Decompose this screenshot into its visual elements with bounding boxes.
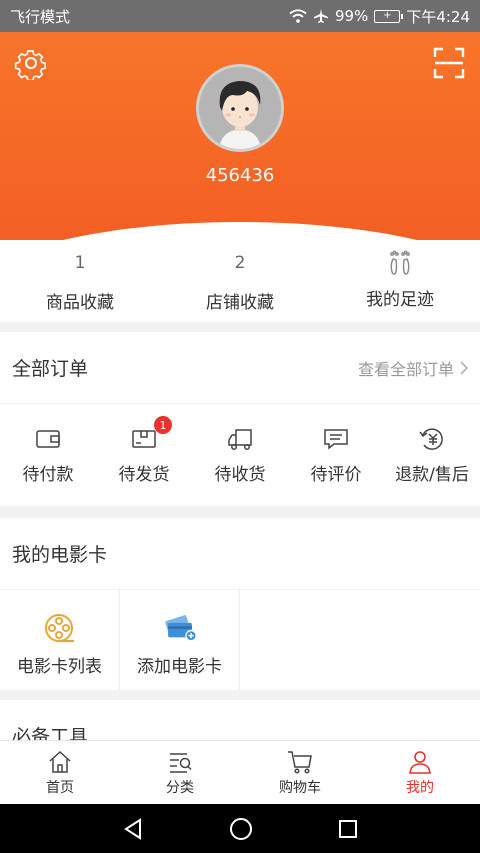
tab-category[interactable]: 分类 <box>120 741 240 804</box>
store-favorites-count: 2 <box>234 253 246 273</box>
truck-icon <box>228 429 252 450</box>
order-pending-receipt-label: 待收货 <box>214 465 266 485</box>
username: 456436 <box>205 165 275 186</box>
add-movie-card-label: 添加电影卡 <box>137 657 222 677</box>
add-movie-card[interactable]: 添加电影卡 <box>120 590 240 690</box>
recents-icon[interactable] <box>338 819 358 839</box>
film-reel-icon <box>44 614 74 642</box>
package-icon <box>132 430 156 448</box>
footprint-icon <box>390 250 410 275</box>
wallet-icon <box>36 430 60 448</box>
order-pending-review[interactable]: 待评价 <box>288 404 384 506</box>
system-navigation-bar <box>0 804 480 853</box>
home-circle-icon[interactable] <box>229 817 253 841</box>
favorites-stats: 1 商品收藏 2 店铺收藏 我的足迹 <box>0 240 480 322</box>
view-all-orders-label: 查看全部订单 <box>357 359 454 379</box>
chevron-right-icon <box>460 360 468 375</box>
my-footprints-label: 我的足迹 <box>366 290 434 310</box>
order-pending-payment-label: 待付款 <box>22 465 74 485</box>
orders-title: 全部订单 <box>12 358 89 380</box>
tab-mine[interactable]: 我的 <box>360 741 480 804</box>
view-all-orders-link[interactable]: 查看全部订单 <box>358 356 468 380</box>
store-favorites-label: 店铺收藏 <box>206 293 274 313</box>
order-pending-shipment-label: 待发货 <box>118 465 170 485</box>
store-favorites[interactable]: 2 店铺收藏 <box>160 240 320 322</box>
clock: 下午4:24 <box>406 7 470 26</box>
settings-button[interactable] <box>14 46 48 82</box>
user-icon <box>409 751 431 774</box>
tab-cart-label: 购物车 <box>279 780 321 796</box>
airplane-icon <box>313 9 328 23</box>
order-refund-aftersale-label: 退款/售后 <box>395 465 469 485</box>
home-icon <box>49 750 71 773</box>
comment-icon <box>324 429 348 450</box>
movie-card-list[interactable]: 电影卡列表 <box>0 590 120 690</box>
tab-home[interactable]: 首页 <box>0 741 120 804</box>
refund-icon <box>419 428 443 450</box>
back-icon[interactable] <box>122 817 144 840</box>
tab-home-label: 首页 <box>46 780 74 796</box>
battery-percent: 99% <box>334 7 369 25</box>
profile-header: 456436 <box>0 32 480 240</box>
order-pending-payment[interactable]: 待付款 <box>0 404 96 506</box>
order-pending-receipt[interactable]: 待收货 <box>192 404 288 506</box>
product-favorites-count: 1 <box>74 253 86 273</box>
status-bar: 飞行模式 99% + 下午4:24 <box>0 0 480 32</box>
avatar[interactable] <box>196 64 284 152</box>
bottom-tab-bar: 首页 分类 购物车 我的 <box>0 740 480 804</box>
tab-cart[interactable]: 购物车 <box>240 741 360 804</box>
order-refund-aftersale[interactable]: 退款/售后 <box>384 404 480 506</box>
add-card-icon <box>164 615 197 642</box>
order-pending-shipment[interactable]: 1 待发货 <box>96 404 192 506</box>
tab-mine-label: 我的 <box>406 780 434 796</box>
tab-category-label: 分类 <box>166 780 194 796</box>
my-footprints[interactable]: 我的足迹 <box>320 240 480 322</box>
cart-icon <box>288 751 312 774</box>
movie-card-row: 电影卡列表 添加电影卡 <box>0 590 480 690</box>
scan-button[interactable] <box>432 46 466 80</box>
header-curve <box>0 222 480 240</box>
airplane-mode-text: 飞行模式 <box>10 7 71 26</box>
status-indicators: 99% + 下午4:24 <box>289 6 470 27</box>
order-pending-review-label: 待评价 <box>310 465 362 485</box>
gear-icon <box>14 50 46 82</box>
movie-card-list-label: 电影卡列表 <box>17 657 102 677</box>
order-status-row: 待付款 1 待发货 待收货 待评价 退款/售后 <box>0 404 480 506</box>
category-icon <box>170 753 192 773</box>
product-favorites[interactable]: 1 商品收藏 <box>0 240 160 322</box>
scan-icon <box>433 47 465 79</box>
orders-header: 全部订单 查看全部订单 <box>0 332 480 404</box>
battery-icon: + <box>374 9 404 23</box>
movie-card-title: 我的电影卡 <box>12 544 108 566</box>
product-favorites-label: 商品收藏 <box>46 293 114 313</box>
avatar-image <box>199 67 281 149</box>
pending-shipment-badge: 1 <box>154 416 172 434</box>
wifi-icon <box>289 9 307 23</box>
movie-card-header: 我的电影卡 <box>0 518 480 590</box>
